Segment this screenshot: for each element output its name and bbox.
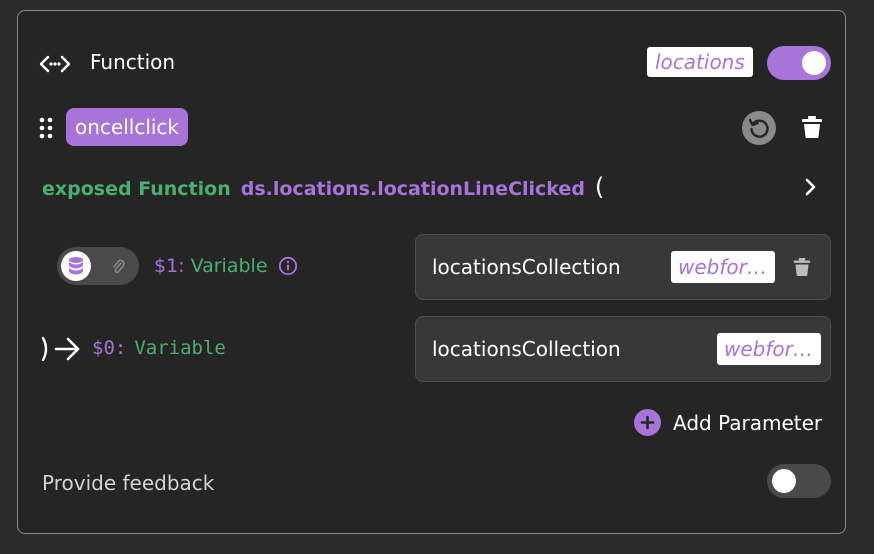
return-name: $0:	[92, 337, 127, 359]
code-dots-icon	[39, 55, 71, 73]
reset-icon	[748, 118, 769, 138]
event-chip[interactable]: oncellclick	[66, 108, 189, 146]
function-panel: Function locations oncellclick exposed F…	[17, 10, 846, 534]
plus-icon	[634, 409, 661, 436]
trash-icon[interactable]	[793, 257, 811, 277]
return-source-chip[interactable]: webfor…	[717, 333, 821, 365]
add-parameter-button[interactable]: Add Parameter	[634, 409, 822, 436]
return-value: locationsCollection	[432, 337, 621, 361]
datasource-option[interactable]	[61, 251, 91, 281]
open-paren: (	[594, 173, 605, 201]
param-name: $1:	[154, 255, 185, 277]
return-type: Variable	[134, 337, 226, 359]
function-path: ds.locations.locationLineClicked	[240, 178, 585, 200]
param-type: Variable	[190, 255, 268, 277]
toggle-knob	[772, 469, 796, 493]
toggle-knob	[802, 51, 826, 75]
function-enabled-toggle[interactable]	[767, 46, 831, 80]
add-parameter-label: Add Parameter	[673, 410, 823, 435]
return-arrow-icon	[41, 336, 80, 362]
return-label: $0: Variable	[92, 337, 226, 359]
drag-handle-icon[interactable]	[39, 116, 53, 140]
function-signature: exposed Function ds.locations.locationLi…	[42, 173, 604, 201]
param-source-toggle[interactable]	[57, 247, 139, 285]
feedback-label: Provide feedback	[42, 471, 215, 495]
datasource-chip[interactable]: locations	[647, 47, 753, 77]
database-icon	[69, 257, 83, 275]
reset-button[interactable]	[742, 111, 776, 145]
paperclip-icon	[113, 259, 125, 274]
feedback-toggle[interactable]	[767, 464, 831, 498]
signature-prefix: exposed Function	[42, 178, 231, 200]
chevron-right-icon[interactable]	[803, 177, 819, 197]
function-title: Function	[90, 50, 176, 74]
trash-icon[interactable]	[801, 115, 823, 139]
literal-option[interactable]	[103, 251, 133, 281]
param-label: $1: Variable	[154, 255, 298, 277]
info-icon[interactable]	[278, 256, 298, 276]
param-value: locationsCollection	[432, 255, 621, 279]
param-source-chip[interactable]: webfor…	[671, 251, 775, 283]
return-value-field[interactable]: locationsCollection webfor…	[415, 316, 831, 382]
param-value-field[interactable]: locationsCollection webfor…	[415, 234, 831, 300]
